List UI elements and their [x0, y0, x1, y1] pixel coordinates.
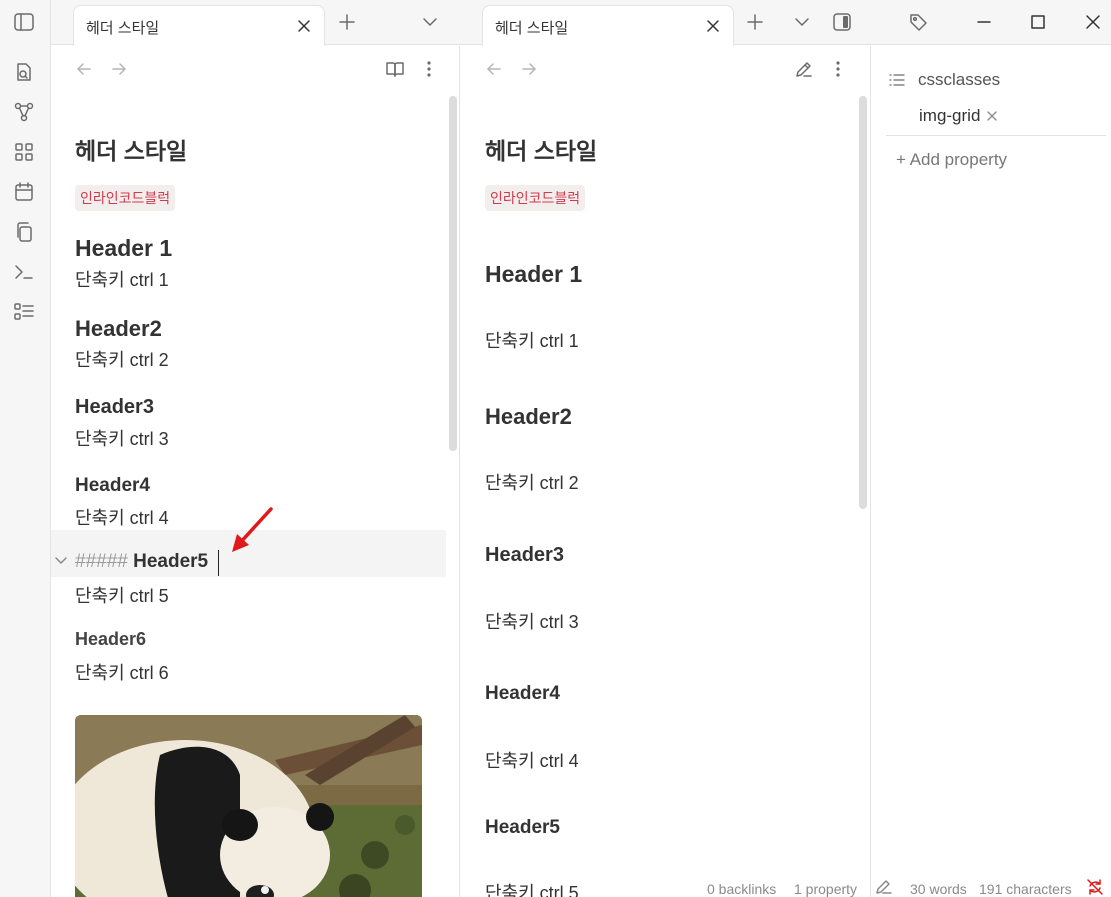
- terminal-icon[interactable]: [13, 261, 35, 283]
- forward-arrow-icon[interactable]: [109, 59, 129, 79]
- forward-arrow-icon[interactable]: [519, 59, 539, 79]
- heading-4: Header4: [75, 475, 150, 496]
- heading-5: Header5: [133, 551, 209, 572]
- heading-3: Header3: [485, 544, 564, 566]
- paragraph: 단축키 ctrl 3: [75, 429, 169, 449]
- sync-error-icon[interactable]: [1086, 878, 1104, 896]
- backlinks-count[interactable]: 0 backlinks: [707, 881, 776, 897]
- left-ribbon: [0, 0, 51, 897]
- inline-code: 인라인코드블럭: [75, 185, 176, 211]
- right-sidebar-toggle-icon[interactable]: [832, 12, 852, 32]
- paragraph: 단축키 ctrl 6: [75, 663, 169, 683]
- close-tab-icon[interactable]: [296, 18, 312, 34]
- paragraph: 단축키 ctrl 4: [485, 751, 579, 771]
- paragraph: 단축키 ctrl 4: [75, 508, 169, 528]
- editor-pane-left: 헤더 스타일 인라인코드블럭 Header 1 단축키 ctrl 1 Heade…: [51, 46, 460, 897]
- heading-1: Header 1: [75, 235, 173, 261]
- graph-icon[interactable]: [13, 101, 35, 123]
- note-title: 헤더 스타일: [485, 138, 598, 164]
- tab-title: 헤더 스타일: [495, 20, 569, 37]
- property-key: cssclasses: [918, 70, 1001, 89]
- fold-chevron-icon[interactable]: [54, 553, 68, 567]
- edit-mode-icon[interactable]: [874, 878, 894, 896]
- back-arrow-icon[interactable]: [484, 59, 504, 79]
- add-property-button[interactable]: + Add property: [896, 150, 1007, 170]
- copy-icon[interactable]: [13, 221, 35, 243]
- heading-3: Header3: [75, 396, 154, 418]
- search-file-icon[interactable]: [13, 61, 35, 83]
- heading-6: Header6: [75, 629, 147, 649]
- paragraph: 단축키 ctrl 2: [75, 350, 169, 370]
- heading-1: Header 1: [485, 261, 583, 287]
- back-arrow-icon[interactable]: [74, 59, 94, 79]
- heading-5: Header5: [485, 817, 560, 838]
- tab-right-note[interactable]: 헤더 스타일: [482, 5, 734, 46]
- paragraph: 단축키 ctrl 5: [75, 586, 169, 606]
- sidebar-toggle-icon[interactable]: [13, 11, 35, 33]
- word-count: 30 words: [910, 881, 967, 897]
- heading-2: Header2: [75, 316, 162, 341]
- paragraph: 단축키 ctrl 1: [75, 270, 169, 290]
- calendar-icon[interactable]: [13, 181, 35, 203]
- status-bar: 0 backlinks 1 property 30 words 191 char…: [700, 876, 1111, 897]
- tag-icon[interactable]: [908, 12, 928, 32]
- tab-bar: 헤더 스타일 헤더 스타일: [51, 0, 1111, 46]
- heading-marker: #####: [75, 551, 128, 572]
- close-window-icon[interactable]: [1083, 12, 1103, 32]
- tab-title: 헤더 스타일: [86, 20, 160, 37]
- editor-pane-right: 헤더 스타일 인라인코드블럭 Header 1 단축키 ctrl 1 Heade…: [461, 46, 871, 897]
- paragraph: 단축키 ctrl 3: [485, 612, 579, 632]
- property-key-row[interactable]: cssclasses: [888, 70, 1000, 90]
- more-options-icon[interactable]: [419, 59, 439, 79]
- more-options-icon[interactable]: [828, 59, 848, 79]
- checklist-icon[interactable]: [13, 301, 35, 323]
- paragraph: 단축키 ctrl 2: [485, 473, 579, 493]
- edit-pencil-icon[interactable]: [794, 59, 814, 79]
- new-tab-icon[interactable]: [337, 12, 357, 32]
- inline-code: 인라인코드블럭: [485, 185, 586, 211]
- annotation-arrow: [232, 507, 273, 552]
- close-tab-icon[interactable]: [705, 18, 721, 34]
- character-count: 191 characters: [979, 881, 1072, 897]
- file-properties-panel: cssclasses img-grid + Add property: [872, 46, 1111, 897]
- view-header: [461, 46, 870, 92]
- maximize-icon[interactable]: [1028, 12, 1048, 32]
- chevron-down-icon[interactable]: [792, 12, 812, 32]
- heading-5-line[interactable]: ##### Header5: [75, 551, 208, 573]
- minimize-icon[interactable]: [974, 12, 994, 32]
- text-cursor: [218, 550, 219, 576]
- paragraph: 단축키 ctrl 1: [485, 331, 579, 351]
- divider: [886, 135, 1106, 136]
- property-value-pill[interactable]: img-grid: [919, 106, 998, 126]
- remove-value-icon[interactable]: [986, 110, 998, 122]
- scrollbar[interactable]: [449, 96, 457, 451]
- heading-2: Header2: [485, 404, 572, 429]
- tab-left-note[interactable]: 헤더 스타일: [73, 5, 325, 46]
- paragraph: 단축키 ctrl 5: [485, 883, 579, 897]
- properties-count[interactable]: 1 property: [794, 881, 857, 897]
- list-icon: [888, 71, 906, 89]
- grid-icon[interactable]: [13, 141, 35, 163]
- reading-view-icon[interactable]: [385, 59, 405, 79]
- scrollbar[interactable]: [859, 96, 867, 509]
- heading-4: Header4: [485, 683, 560, 704]
- new-tab-icon[interactable]: [745, 12, 765, 32]
- note-title[interactable]: 헤더 스타일: [75, 132, 187, 166]
- chevron-down-icon[interactable]: [420, 12, 440, 32]
- view-header: [51, 46, 459, 92]
- property-value: img-grid: [919, 106, 981, 125]
- embedded-image[interactable]: [75, 715, 422, 897]
